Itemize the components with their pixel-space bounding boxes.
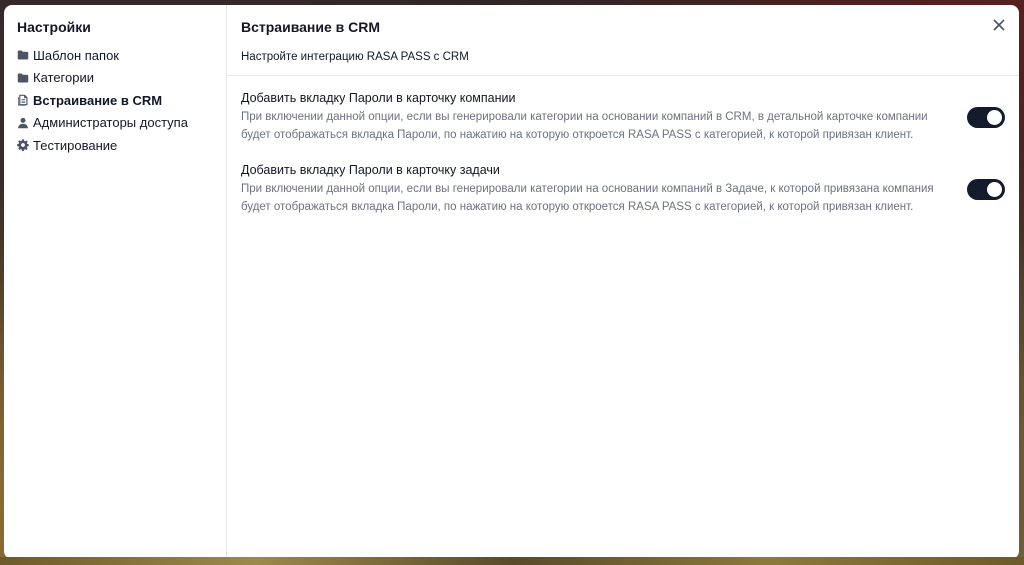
- sidebar-nav: Шаблон папок Категории Встраивание в CRM…: [17, 44, 226, 157]
- user-icon: [17, 117, 29, 129]
- settings-modal: Настройки Шаблон папок Категории Встраив…: [4, 5, 1019, 559]
- sidebar-item-categories[interactable]: Категории: [17, 67, 226, 90]
- sidebar-item-crm-integration[interactable]: Встраивание в CRM: [17, 89, 226, 112]
- sidebar-item-label: Администраторы доступа: [33, 115, 188, 131]
- sidebar-title: Настройки: [17, 19, 91, 35]
- company-card-toggle[interactable]: [967, 106, 1005, 128]
- setting-title: Добавить вкладку Пароли в карточку задач…: [241, 163, 500, 177]
- folder-icon: [17, 72, 29, 84]
- sidebar-item-access-admins[interactable]: Администраторы доступа: [17, 112, 226, 135]
- settings-list: Добавить вкладку Пароли в карточку компа…: [227, 76, 1019, 216]
- sidebar-item-testing[interactable]: Тестирование: [17, 134, 226, 157]
- sidebar-item-folder-templates[interactable]: Шаблон папок: [17, 44, 226, 67]
- desktop-background-strip: [0, 557, 1024, 565]
- folder-icon: [17, 49, 29, 61]
- sidebar: Настройки Шаблон папок Категории Встраив…: [4, 5, 227, 559]
- sidebar-item-label: Встраивание в CRM: [33, 92, 163, 108]
- content-panel: Встраивание в CRM Настройте интеграцию R…: [227, 5, 1019, 559]
- page-subtitle: Настройте интеграцию RASA PASS с CRM: [241, 51, 469, 63]
- sidebar-item-label: Шаблон папок: [33, 47, 119, 63]
- sidebar-item-label: Категории: [33, 70, 94, 86]
- setting-text: Добавить вкладку Пароли в карточку компа…: [241, 90, 957, 144]
- close-button[interactable]: [989, 15, 1009, 35]
- gear-icon: [17, 139, 29, 152]
- toggle-knob: [987, 181, 1002, 197]
- setting-company-card: Добавить вкладку Пароли в карточку компа…: [241, 90, 1005, 144]
- task-card-toggle[interactable]: [967, 178, 1005, 200]
- setting-text: Добавить вкладку Пароли в карточку задач…: [241, 162, 957, 216]
- toggle-knob: [987, 109, 1002, 125]
- setting-description: При включении данной опции, если вы гене…: [241, 111, 928, 141]
- setting-task-card: Добавить вкладку Пароли в карточку задач…: [241, 162, 1005, 216]
- content-header: Встраивание в CRM Настройте интеграцию R…: [227, 5, 1019, 76]
- setting-title: Добавить вкладку Пароли в карточку компа…: [241, 91, 516, 105]
- setting-description: При включении данной опции, если вы гене…: [241, 183, 934, 213]
- page-title: Встраивание в CRM: [241, 19, 381, 35]
- sidebar-item-label: Тестирование: [33, 137, 118, 153]
- close-icon: [993, 19, 1005, 31]
- document-icon: [17, 94, 29, 106]
